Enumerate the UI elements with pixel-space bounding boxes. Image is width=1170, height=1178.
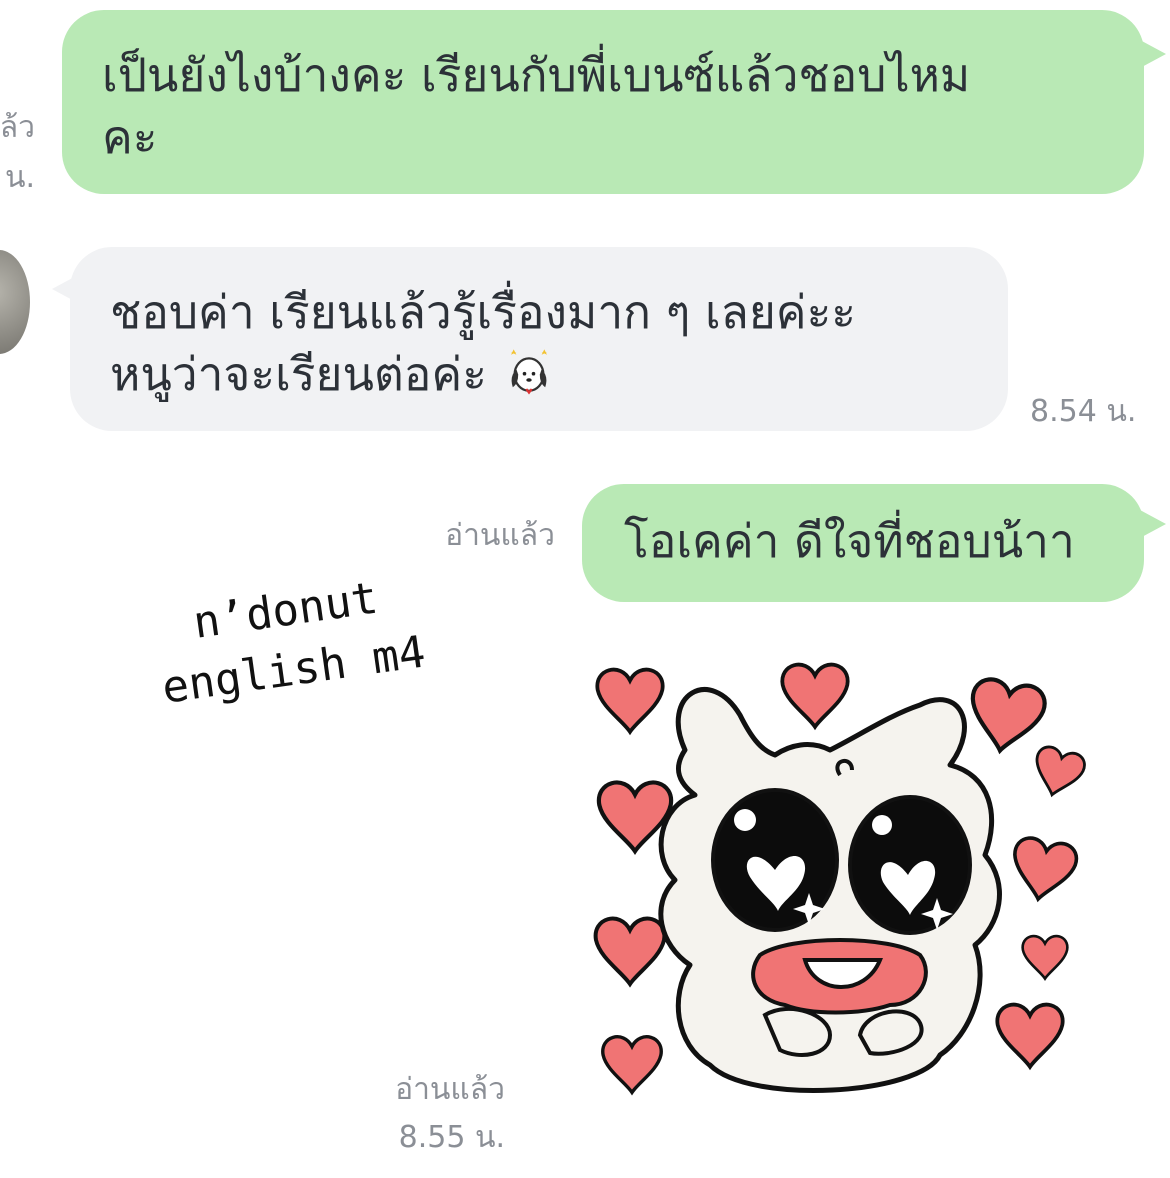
puppy-emoji-icon bbox=[510, 349, 547, 395]
bubble-tail bbox=[1140, 510, 1166, 538]
message-text-line: คะ bbox=[102, 110, 158, 164]
message-bubble-received[interactable]: ชอบค่า เรียนแล้วรู้เรื่องมาก ๆ เลยค่ะะ ห… bbox=[70, 247, 1008, 431]
message-text-line: เป็นยังไงบ้างคะ เรียนกับพี่เบนซ์แล้วชอบไ… bbox=[102, 48, 971, 102]
message-text-line: โอเคค่า ดีใจที่ชอบน้าา bbox=[624, 514, 1075, 568]
message-text-line: หนูว่าจะเรียนต่อค่ะ bbox=[110, 343, 968, 405]
avatar[interactable] bbox=[0, 250, 30, 354]
bubble-tail bbox=[1140, 40, 1166, 68]
time-partial: น. bbox=[4, 160, 35, 195]
message-time: 8.54 น. bbox=[1030, 394, 1137, 429]
message-bubble-sent[interactable]: โอเคค่า ดีใจที่ชอบน้าา bbox=[582, 484, 1144, 602]
read-status-partial: ล้ว bbox=[0, 110, 35, 145]
heart-eyes-bunny-sticker[interactable] bbox=[590, 655, 1090, 1135]
read-status: อ่านแล้ว bbox=[395, 1072, 505, 1107]
overlay-caption: n’donut english m4 bbox=[150, 563, 429, 719]
message-text-line: ชอบค่า เรียนแล้วรู้เรื่องมาก ๆ เลยค่ะะ bbox=[110, 285, 856, 339]
message-time: 8.55 น. bbox=[398, 1120, 505, 1155]
message-bubble-sent[interactable]: เป็นยังไงบ้างคะ เรียนกับพี่เบนซ์แล้วชอบไ… bbox=[62, 10, 1144, 194]
read-status: อ่านแล้ว bbox=[445, 518, 555, 553]
